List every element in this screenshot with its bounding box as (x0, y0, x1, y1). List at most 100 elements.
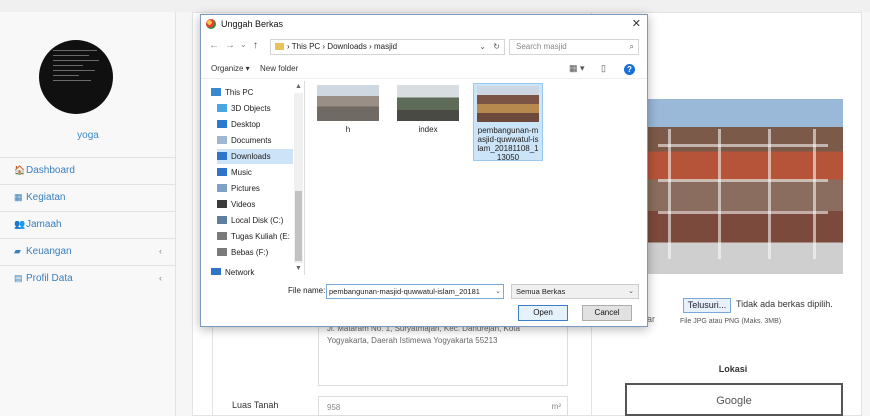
luas-label: Luas Tanah (232, 400, 279, 410)
tree-item[interactable]: Network (211, 265, 293, 275)
folder-icon (275, 43, 284, 50)
calendar-icon: ▦ (14, 192, 23, 202)
filename-label: File name: (288, 286, 326, 295)
tree-item-label: Downloads (231, 152, 271, 161)
filetype-select[interactable]: Semua Berkas ⌄ (511, 284, 639, 299)
file-list: h index pembangunan-masjid-quwwatul-islam_… (307, 81, 647, 275)
search-placeholder: Search masjid (516, 42, 567, 51)
luas-value: 958 (327, 403, 341, 412)
search-icon: ⌕ (629, 42, 634, 51)
file-item[interactable]: index (393, 83, 463, 134)
home-icon: 🏠 (14, 165, 26, 175)
desktop-icon (217, 120, 227, 128)
organize-button[interactable]: Organize ▾ (211, 64, 250, 73)
network-icon (211, 268, 221, 275)
chevron-down-icon[interactable]: ⌄ (479, 40, 486, 54)
tree-item[interactable]: Tugas Kuliah (E: (217, 229, 293, 244)
file-name: h (345, 125, 351, 134)
sidebar-item-kegiatan[interactable]: ▦ Kegiatan (0, 184, 176, 209)
new-folder-button[interactable]: New folder (260, 64, 298, 73)
sidebar-item-profil-data[interactable]: ▤ Profil Data ‹ (0, 265, 176, 290)
chevron-down-icon: ⌄ (628, 288, 634, 295)
map-frame[interactable]: Google (625, 383, 843, 416)
filetype-value: Semua Berkas (516, 287, 566, 296)
luas-unit: m² (551, 402, 561, 411)
tree-item[interactable]: Documents (217, 133, 293, 148)
tree-item[interactable]: Music (217, 165, 293, 180)
tree-item[interactable]: Pictures (217, 181, 293, 196)
drive-icon (217, 232, 227, 240)
tree-item-label: Videos (231, 200, 256, 209)
file-name: index (418, 125, 438, 134)
chevron-left-icon: ‹ (159, 246, 162, 256)
chevron-down-icon[interactable]: ⌄ (495, 285, 501, 298)
tree-item[interactable]: Local Disk (C:) (217, 213, 293, 228)
screen: yoga 🏠Dashboard ▦ Kegiatan 👥Jamaah ▰ Keuangan… (0, 0, 870, 416)
up-arrow-icon[interactable]: ↑ (253, 40, 258, 51)
upload-label-fragment: ar (647, 314, 656, 324)
tree-item-label: 3D Objects (231, 104, 271, 113)
view-options-icon[interactable]: ▦ ▾ (569, 63, 585, 74)
dialog-titlebar: Unggah Berkas ✕ (201, 15, 647, 33)
sidebar-item-dashboard[interactable]: 🏠Dashboard (0, 157, 176, 182)
upload-hint: File JPG atau PNG (Maks. 3MB) (680, 318, 782, 325)
avatar (39, 40, 113, 114)
username[interactable]: yoga (0, 130, 176, 141)
drive-icon (217, 216, 227, 224)
cancel-button[interactable]: Cancel (582, 305, 632, 321)
money-icon: ▰ (14, 246, 21, 256)
back-arrow-icon[interactable]: ← (209, 40, 219, 51)
sidebar: yoga 🏠Dashboard ▦ Kegiatan 👥Jamaah ▰ Keuangan… (0, 12, 176, 416)
file-item[interactable]: pembangunan-masjid-quwwatul-islam_201811… (473, 83, 543, 162)
browse-button[interactable]: Telusuri... (683, 298, 731, 313)
address-textarea[interactable]: Jl. Mataram No. 1, Suryatmajan, Kec. Dan… (318, 318, 568, 386)
file-name: pembangunan-masjid-quwwatul-islam_201811… (477, 126, 539, 162)
sidebar-item-label: Dashboard (26, 165, 75, 176)
document-icon: ▤ (14, 273, 23, 283)
dialog-toolbar: Organize ▾ New folder ▦ ▾ ▯ ? (201, 61, 647, 79)
documents-icon (217, 136, 227, 144)
sidebar-item-jamaah[interactable]: 👥Jamaah (0, 211, 176, 236)
image-thumbnail (477, 86, 539, 122)
tree-item-label: Tugas Kuliah (E: (231, 232, 290, 241)
tree-item-label: Network (225, 268, 255, 275)
scroll-down-icon[interactable]: ▼ (295, 265, 302, 272)
forward-arrow-icon[interactable]: → (225, 40, 235, 51)
tree-item[interactable]: Downloads (217, 149, 293, 164)
preview-pane-icon[interactable]: ▯ (601, 63, 606, 74)
mosque-photo (648, 99, 843, 274)
tree-item[interactable]: Videos (217, 197, 293, 212)
tree-item-label: Desktop (231, 120, 261, 129)
pictures-icon (217, 184, 227, 192)
tree-item-label: Music (231, 168, 252, 177)
luas-input[interactable]: 958 m² (318, 396, 568, 416)
scroll-up-icon[interactable]: ▲ (295, 83, 302, 90)
upload-dialog: Unggah Berkas ✕ ← → ⌄ ↑ › This PC › Down… (200, 14, 648, 327)
tree-item[interactable]: This PC (211, 85, 293, 100)
scrollbar-thumb[interactable] (295, 191, 302, 261)
breadcrumb[interactable]: › This PC › Downloads › masjid ⌄ ↻ (270, 39, 505, 55)
recent-locations-icon[interactable]: ⌄ (240, 40, 247, 49)
tree-item[interactable]: Desktop (217, 117, 293, 132)
open-button[interactable]: Open (518, 305, 568, 321)
search-input[interactable]: Search masjid ⌕ (509, 39, 639, 55)
tree-item[interactable]: 3D Objects (217, 101, 293, 116)
computer-icon (211, 88, 221, 96)
tree-item[interactable]: Bebas (F:) (217, 245, 293, 260)
close-button[interactable]: ✕ (632, 15, 641, 33)
dialog-title: Unggah Berkas (221, 19, 284, 29)
refresh-icon[interactable]: ↻ (493, 40, 500, 54)
address-row: ← → ⌄ ↑ › This PC › Downloads › masjid ⌄… (201, 37, 647, 57)
help-icon[interactable]: ? (624, 64, 635, 75)
filename-input[interactable]: pembangunan-masjid-quwwatul-islam_20181 … (326, 284, 504, 299)
image-thumbnail (317, 85, 379, 121)
upload-status: Tidak ada berkas dipilih. (736, 299, 833, 309)
filename-value: pembangunan-masjid-quwwatul-islam_20181 (329, 287, 480, 296)
drive-icon (217, 248, 227, 256)
sidebar-item-keuangan[interactable]: ▰ Keuangan ‹ (0, 238, 176, 263)
file-item[interactable]: h (313, 83, 383, 134)
tree-item-label: Bebas (F:) (231, 248, 269, 257)
sidebar-item-label: Profil Data (26, 273, 73, 284)
top-strip (0, 0, 870, 12)
chevron-left-icon: ‹ (159, 273, 162, 283)
